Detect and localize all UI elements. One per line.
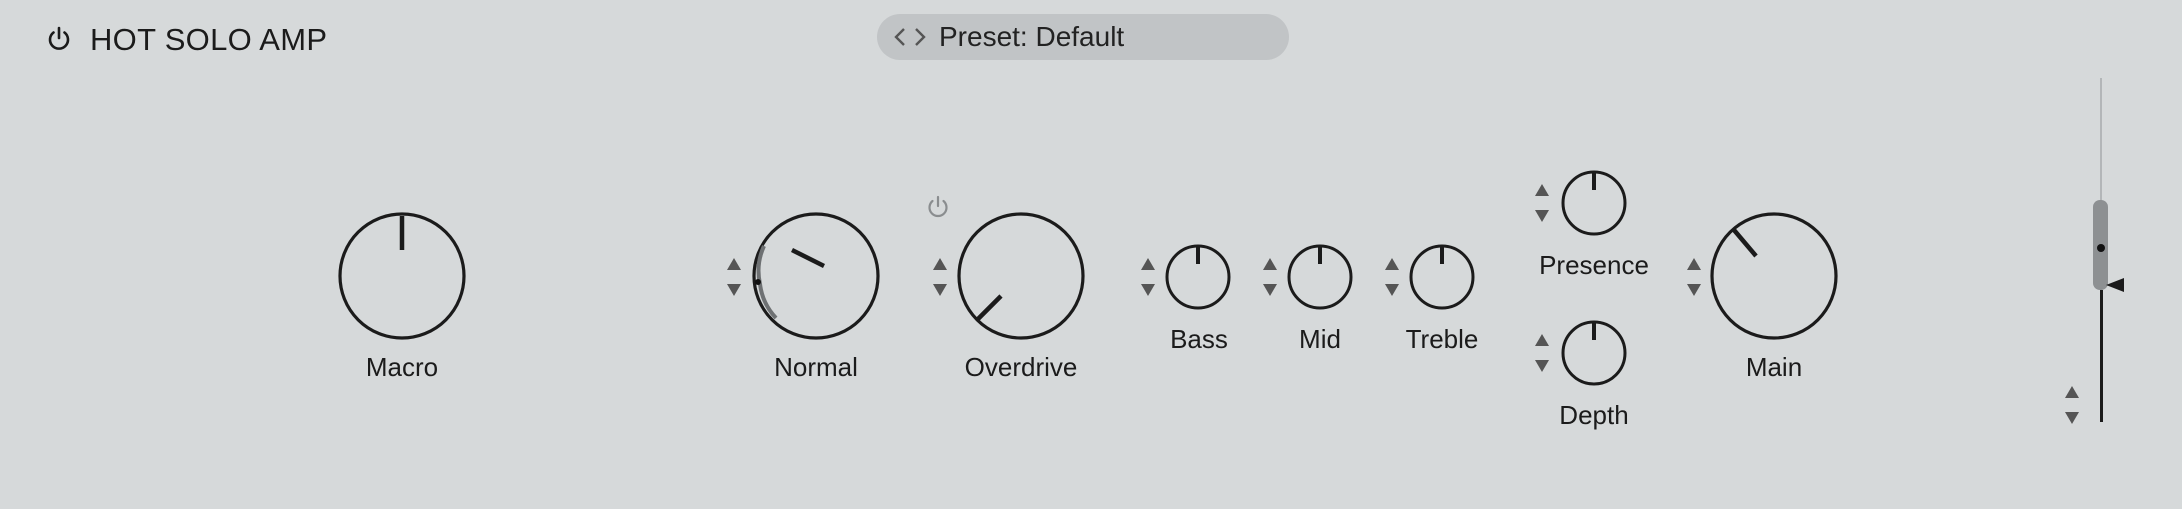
macro-label: Macro [365,352,439,382]
overdrive-knob[interactable] [957,212,1085,340]
up-down-arrows-icon [2065,386,2079,424]
depth-knob[interactable] [1561,320,1627,386]
power-icon [48,26,70,50]
up-down-arrows-icon [1535,334,1549,372]
triangle-left-icon [2106,278,2124,292]
presence-label: Presence [1539,250,1649,280]
level-meter-fill [2100,290,2103,422]
up-down-arrows-icon [933,258,947,296]
level-meter-dot [2097,244,2105,252]
preset-prev-button[interactable] [891,14,909,60]
overdrive-power-button[interactable] [924,193,952,221]
up-down-arrows-icon [727,258,741,296]
treble-stepper[interactable] [1382,254,1402,302]
main-stepper[interactable] [1684,254,1704,302]
main-label: Main [1745,352,1803,382]
up-down-arrows-icon [1687,258,1701,296]
treble-label: Treble [1405,324,1479,354]
power-icon [928,195,948,218]
plugin-title: HOT SOLO AMP [90,22,328,57]
treble-knob[interactable] [1409,244,1475,310]
bass-knob[interactable] [1165,244,1231,310]
bass-stepper[interactable] [1138,254,1158,302]
preset-label: Preset: Default [939,21,1125,52]
power-button[interactable] [44,24,74,54]
overdrive-label: Overdrive [964,352,1078,382]
chevron-right-icon [915,28,926,46]
mid-knob[interactable] [1287,244,1353,310]
up-down-arrows-icon [1141,258,1155,296]
normal-knob[interactable] [752,212,880,340]
preset-selector[interactable]: Preset: Default [877,14,1289,60]
presence-knob[interactable] [1561,170,1627,236]
chevron-left-icon [894,28,905,46]
level-pointer[interactable] [2106,276,2124,294]
presence-stepper[interactable] [1532,180,1552,228]
mid-stepper[interactable] [1260,254,1280,302]
depth-stepper[interactable] [1532,330,1552,378]
macro-knob[interactable] [338,212,466,340]
depth-label: Depth [1559,400,1629,430]
main-knob[interactable] [1710,212,1838,340]
overdrive-stepper[interactable] [930,254,950,302]
level-stepper[interactable] [2062,382,2082,430]
up-down-arrows-icon [1535,184,1549,222]
normal-label: Normal [774,352,858,382]
up-down-arrows-icon [1263,258,1277,296]
normal-stepper[interactable] [724,254,744,302]
up-down-arrows-icon [1385,258,1399,296]
preset-next-button[interactable] [911,14,929,60]
